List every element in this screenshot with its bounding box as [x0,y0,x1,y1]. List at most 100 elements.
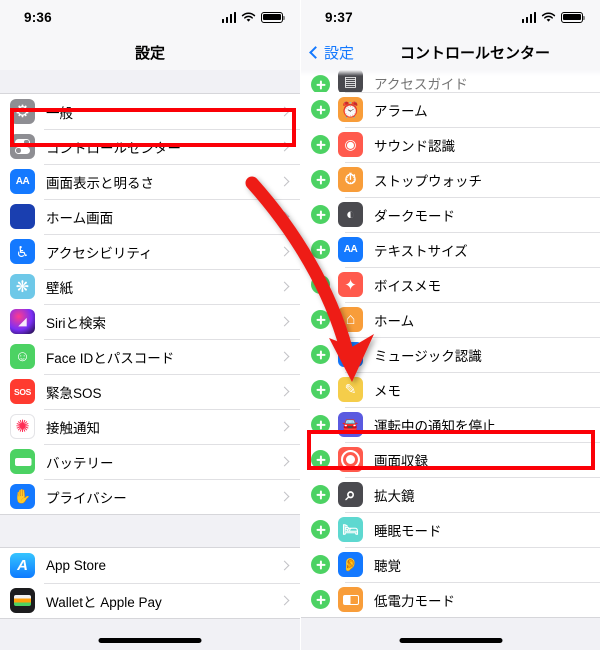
settings-row-general[interactable]: 一般 [0,94,300,129]
home-indicator [399,638,502,643]
row-label: 画面表示と明るさ [46,175,154,191]
row-label: テキストサイズ [374,243,468,259]
row-label: ホーム [374,313,415,329]
do-not-disturb-driving-icon [338,412,363,437]
settings-row-control-center[interactable]: コントロールセンター [0,129,300,164]
siri-icon [10,309,35,334]
page-title: 設定 [134,44,165,62]
display-brightness-icon: AA [10,169,35,194]
cc-row-low-power-mode[interactable]: 低電力モード [301,582,600,617]
status-bar-time: 9:37 [325,9,353,25]
cc-row-dnd-driving[interactable]: 運転中の通知を停止 [301,407,600,442]
row-label: 一般 [46,105,73,121]
settings-row-accessibility[interactable]: アクセシビリティ [0,234,300,269]
cc-row-voice-memos[interactable]: ボイスメモ [301,267,600,302]
status-bar-right: 9:37 [301,0,600,34]
row-label: ホーム画面 [46,210,114,226]
cc-row-hearing[interactable]: 聴覚 [301,547,600,582]
settings-row-privacy[interactable]: プライバシー [0,479,300,514]
sos-icon: SOS [10,379,35,404]
battery-icon [261,11,285,23]
row-label: Walletと Apple Pay [46,594,162,610]
chevron-right-icon [279,281,290,292]
status-bar-icons [521,11,585,23]
chevron-right-icon [279,386,290,397]
cc-row-guided-access[interactable]: アクセスガイド [301,70,600,92]
add-button[interactable] [311,590,330,609]
row-label: メモ [374,383,401,399]
cc-row-screen-recording[interactable]: 画面収録 [301,442,600,477]
settings-row-wallet[interactable]: Walletと Apple Pay [0,583,300,618]
row-label: 接触通知 [46,420,100,436]
control-center-list: アクセスガイド アラーム サウンド認識 ストップウォッチ ダークモード [301,70,600,650]
cc-row-music-recognition[interactable]: ミュージック認識 [301,337,600,372]
add-button[interactable] [311,345,330,364]
add-button[interactable] [311,415,330,434]
cc-row-text-size[interactable]: AA テキストサイズ [301,232,600,267]
settings-row-siri-search[interactable]: Siriと検索 [0,304,300,339]
add-button[interactable] [311,170,330,189]
nav-bar-left: 設定 [0,34,300,70]
chevron-right-icon [279,316,290,327]
row-label: ストップウォッチ [374,173,482,189]
settings-row-battery[interactable]: バッテリー [0,444,300,479]
add-button[interactable] [311,75,330,92]
row-label: 聴覚 [374,558,401,574]
gear-icon [10,99,35,124]
chevron-left-icon [309,45,322,59]
wallpaper-icon [10,274,35,299]
wifi-icon [241,11,256,22]
settings-row-face-id[interactable]: Face IDとパスコード [0,339,300,374]
home-indicator [98,638,202,643]
cc-row-sleep-mode[interactable]: 睡眠モード [301,512,600,547]
add-button[interactable] [311,485,330,504]
list-section-gap [0,618,300,650]
chevron-right-icon [279,456,290,467]
back-button[interactable]: 設定 [309,42,354,63]
add-button[interactable] [311,275,330,294]
sleep-mode-icon [338,517,363,542]
cc-row-magnifier[interactable]: 拡大鏡 [301,477,600,512]
add-button[interactable] [311,100,330,119]
home-screen-icon [10,204,35,229]
cellular-bars-icon [221,11,236,23]
settings-row-home-screen[interactable]: ホーム画面 [0,199,300,234]
cc-row-stopwatch[interactable]: ストップウォッチ [301,162,600,197]
add-button[interactable] [311,555,330,574]
chevron-right-icon [279,176,290,187]
nav-bar-right: 設定 コントロールセンター [301,34,600,70]
add-button[interactable] [311,310,330,329]
add-button[interactable] [311,205,330,224]
cc-row-notes[interactable]: メモ [301,372,600,407]
voice-memos-icon [338,272,363,297]
settings-row-wallpaper[interactable]: 壁紙 [0,269,300,304]
status-bar-icons [221,11,285,23]
add-button[interactable] [311,520,330,539]
add-button[interactable] [311,135,330,154]
settings-row-display-brightness[interactable]: AA 画面表示と明るさ [0,164,300,199]
add-button[interactable] [311,380,330,399]
low-power-mode-icon [338,587,363,612]
row-label: 運転中の通知を停止 [374,418,496,434]
status-bar-left: 9:36 [0,0,300,34]
settings-row-app-store[interactable]: App Store [0,548,300,583]
cc-row-alarm[interactable]: アラーム [301,92,600,127]
control-center-icon [10,134,35,159]
chevron-right-icon [279,106,290,117]
cc-row-sound-recognition[interactable]: サウンド認識 [301,127,600,162]
settings-row-emergency-sos[interactable]: SOS 緊急SOS [0,374,300,409]
control-center-screen: 9:37 設定 コントロールセンター ▤ アクセスガイド ⏰ アラーム ◉ サウ… [300,0,600,650]
wifi-icon [541,11,556,22]
cc-row-dark-mode[interactable]: ダークモード [301,197,600,232]
add-button[interactable] [311,450,330,469]
cc-row-home[interactable]: ホーム [301,302,600,337]
row-label: サウンド認識 [374,138,455,154]
settings-row-exposure-notification[interactable]: 接触通知 [0,409,300,444]
chevron-right-icon [279,211,290,222]
page-title: コントロールセンター [400,44,551,62]
row-label: プライバシー [46,490,127,506]
row-label: 壁紙 [46,280,73,296]
add-button[interactable] [311,240,330,259]
row-label: 睡眠モード [374,523,442,539]
battery-icon [561,11,585,23]
